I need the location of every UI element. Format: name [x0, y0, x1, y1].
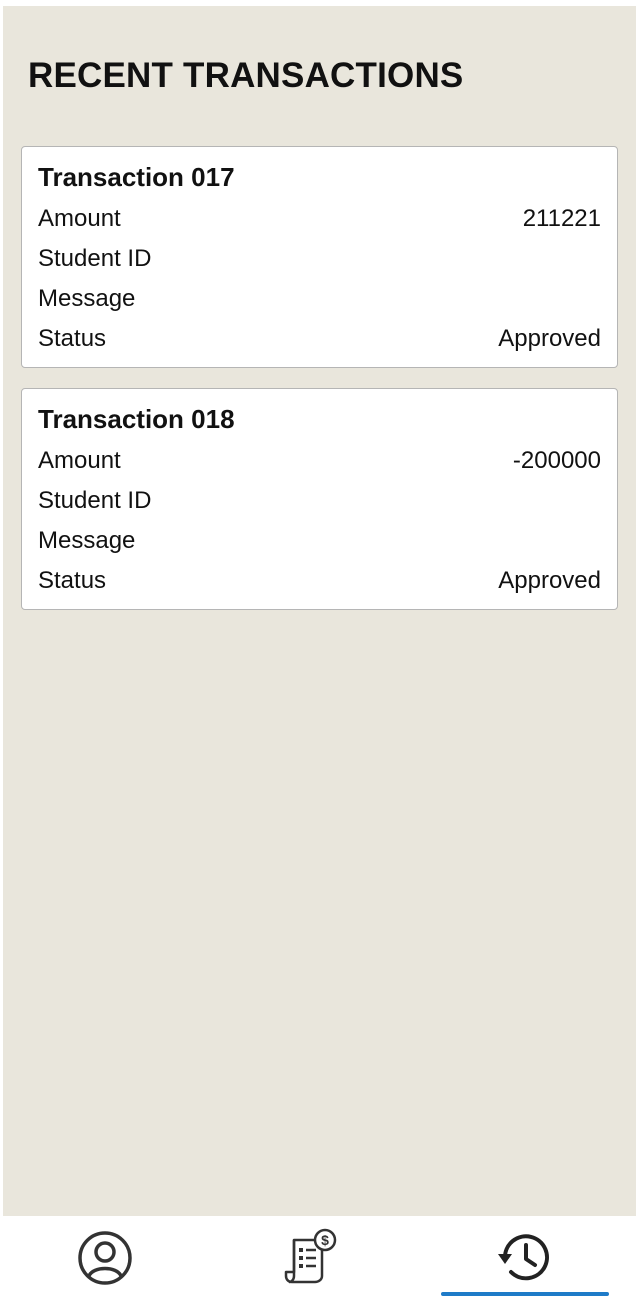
status-value: Approved [498, 325, 601, 352]
amount-row: Amount 211221 [38, 204, 601, 234]
amount-row: Amount -200000 [38, 446, 601, 476]
transaction-card[interactable]: Transaction 017 Amount 211221 Student ID… [21, 146, 618, 368]
message-label: Message [38, 527, 136, 554]
student-id-label: Student ID [38, 245, 152, 272]
svg-text:$: $ [321, 1232, 329, 1248]
message-label: Message [38, 285, 136, 312]
app-screen: RECENT TRANSACTIONS Transaction 017 Amou… [0, 0, 639, 1299]
amount-label: Amount [38, 205, 121, 232]
status-row: Status Approved [38, 566, 601, 596]
status-row: Status Approved [38, 324, 601, 354]
amount-value: -200000 [512, 447, 601, 474]
user-profile-icon [78, 1230, 132, 1285]
active-tab-indicator [441, 1292, 609, 1296]
bottom-nav: $ [0, 1216, 639, 1299]
status-label: Status [38, 325, 107, 352]
transaction-title: Transaction 017 [38, 162, 235, 192]
transaction-card[interactable]: Transaction 018 Amount -200000 Student I… [21, 388, 618, 610]
transaction-title: Transaction 018 [38, 404, 235, 434]
page-title: RECENT TRANSACTIONS [28, 56, 464, 95]
student-id-row: Student ID [38, 486, 601, 516]
message-row: Message [38, 526, 601, 556]
nav-profile-button[interactable] [21, 1216, 189, 1299]
main-content: RECENT TRANSACTIONS Transaction 017 Amou… [3, 6, 636, 1216]
student-id-label: Student ID [38, 487, 152, 514]
nav-payments-button[interactable]: $ [228, 1216, 396, 1299]
amount-value: 211221 [522, 205, 601, 232]
status-value: Approved [498, 567, 601, 594]
status-label: Status [38, 567, 107, 594]
nav-history-button[interactable] [441, 1216, 609, 1299]
history-icon [498, 1233, 549, 1280]
student-id-row: Student ID [38, 244, 601, 274]
message-row: Message [38, 284, 601, 314]
amount-label: Amount [38, 447, 121, 474]
bill-payment-icon: $ [284, 1228, 337, 1283]
